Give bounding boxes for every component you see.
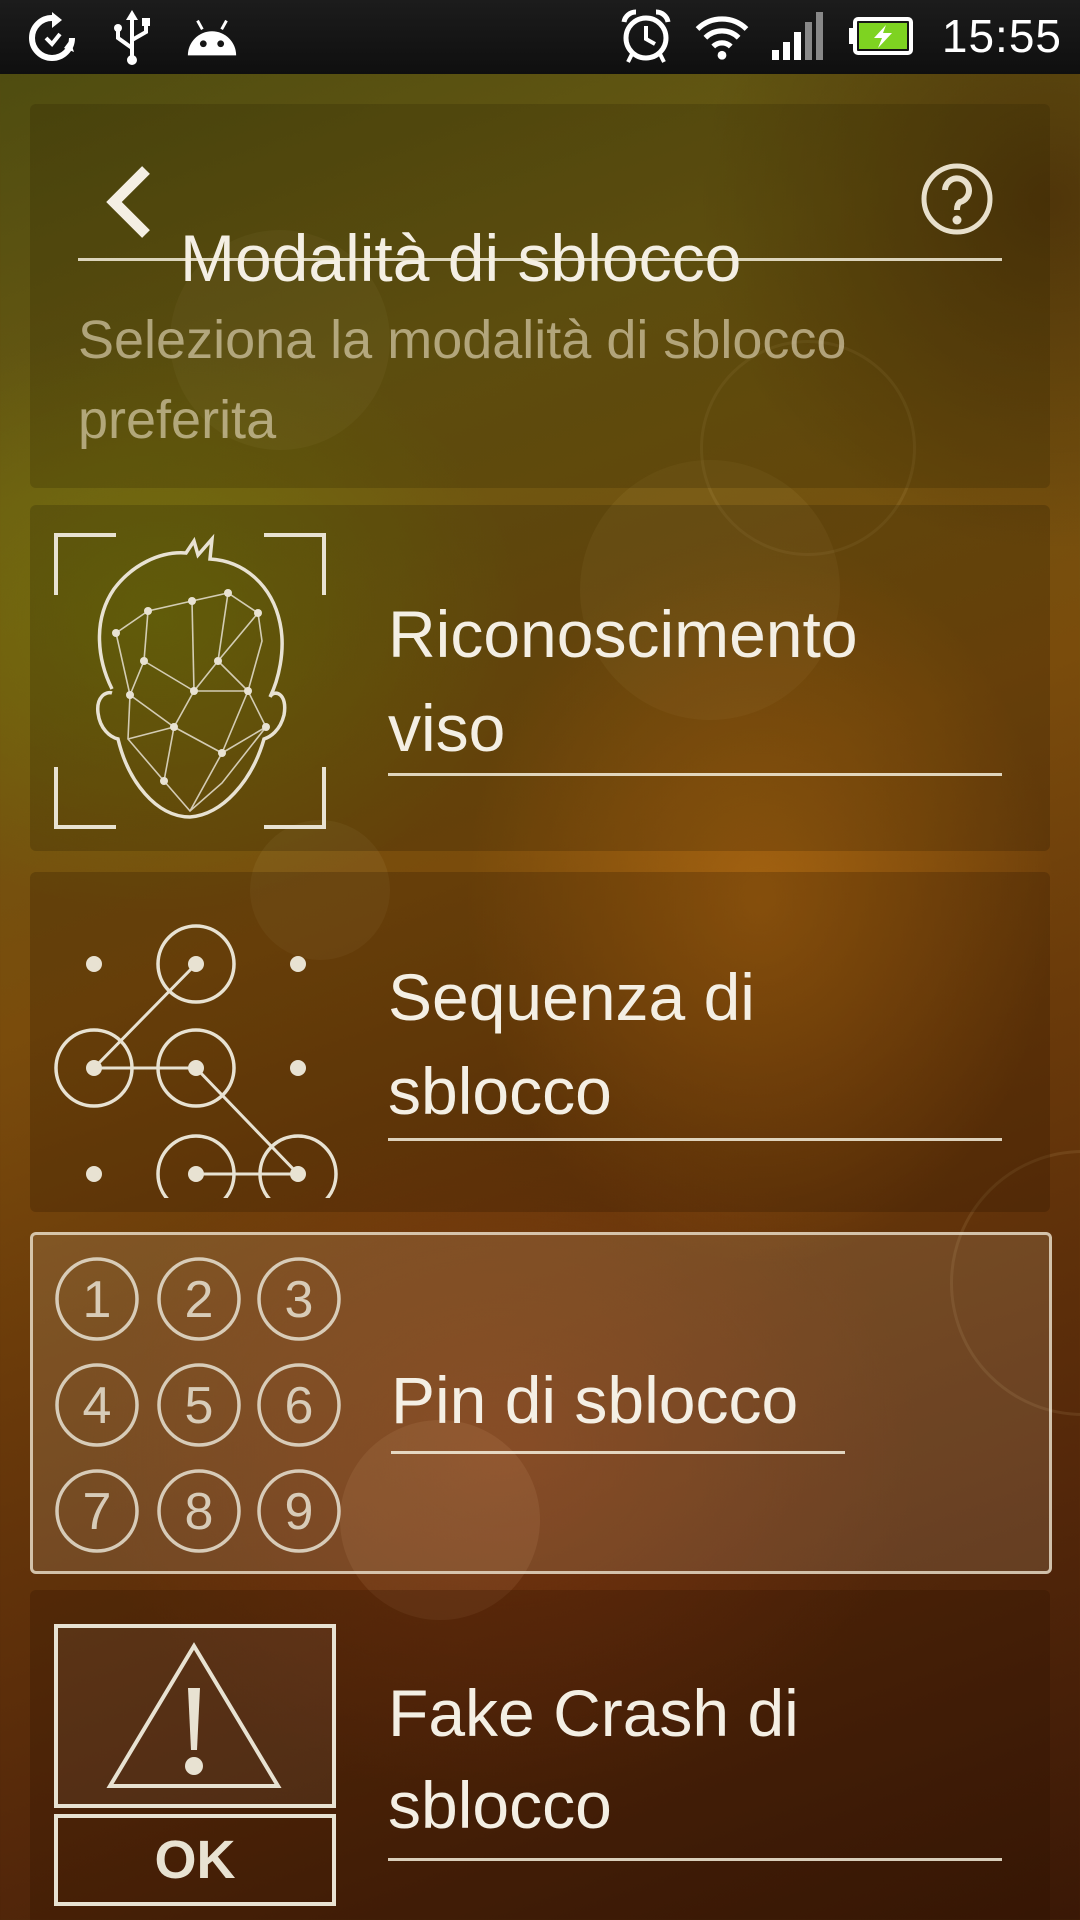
- signal-icon: [770, 8, 826, 64]
- pin-key-8: 8: [185, 1483, 214, 1541]
- usb-icon: [104, 10, 160, 66]
- page-subtitle: Seleziona la modalità di sblocco preferi…: [78, 310, 847, 450]
- option-face-recognition-label-line1: Riconoscimento: [388, 597, 858, 671]
- header-card: Modalità di sblocco Seleziona la modalit…: [30, 104, 1050, 488]
- option-pin-label: Pin di sblocco: [391, 1363, 799, 1437]
- option-pin-unlock[interactable]: 1 2 3 4 5 6 7 8 9 Pin di sblocco: [30, 1232, 1052, 1574]
- option-face-recognition-label-line2: viso: [388, 691, 506, 765]
- battery-charging-icon: [846, 8, 916, 64]
- android-debug-icon: [184, 10, 240, 66]
- pin-key-2: 2: [185, 1271, 214, 1329]
- help-button[interactable]: [920, 162, 994, 236]
- option-pattern-label-line1: Sequenza di: [388, 960, 755, 1034]
- option-fake-crash-label-line2: sblocco: [388, 1768, 612, 1842]
- pin-key-3: 3: [285, 1271, 314, 1329]
- status-bar: 15:55: [0, 0, 1080, 74]
- pin-key-4: 4: [83, 1377, 112, 1435]
- help-icon: [921, 163, 993, 235]
- option-pattern-label-line2: sblocco: [388, 1054, 612, 1128]
- ok-label: OK: [154, 1830, 236, 1890]
- chevron-left-icon: [106, 166, 150, 238]
- alarm-icon: [618, 8, 674, 64]
- option-pattern-lock[interactable]: Sequenza di sblocco: [30, 872, 1050, 1214]
- status-clock: 15:55: [941, 10, 1062, 62]
- back-button[interactable]: [100, 162, 160, 242]
- option-underline: [388, 1138, 1002, 1141]
- option-fake-crash-label-line1: Fake Crash di: [388, 1676, 799, 1750]
- pin-key-7: 7: [83, 1483, 112, 1541]
- pin-key-6: 6: [285, 1377, 314, 1435]
- wifi-icon: [694, 8, 750, 64]
- option-fake-crash[interactable]: OK Fake Crash di sblocco: [30, 1590, 1050, 1920]
- option-face-recognition[interactable]: Riconoscimento viso: [30, 505, 1050, 851]
- option-underline: [391, 1451, 845, 1454]
- sync-icon: [24, 10, 80, 66]
- pin-key-1: 1: [83, 1271, 112, 1329]
- title-underline: [78, 258, 1002, 261]
- pattern-lock-icon: [52, 898, 342, 1214]
- option-underline: [388, 773, 1002, 776]
- face-recognition-icon: [52, 531, 328, 835]
- pin-key-5: 5: [185, 1377, 214, 1435]
- pin-keypad-icon: 1 2 3 4 5 6 7 8 9: [55, 1257, 345, 1561]
- option-underline: [388, 1858, 1002, 1861]
- pin-key-9: 9: [285, 1483, 314, 1541]
